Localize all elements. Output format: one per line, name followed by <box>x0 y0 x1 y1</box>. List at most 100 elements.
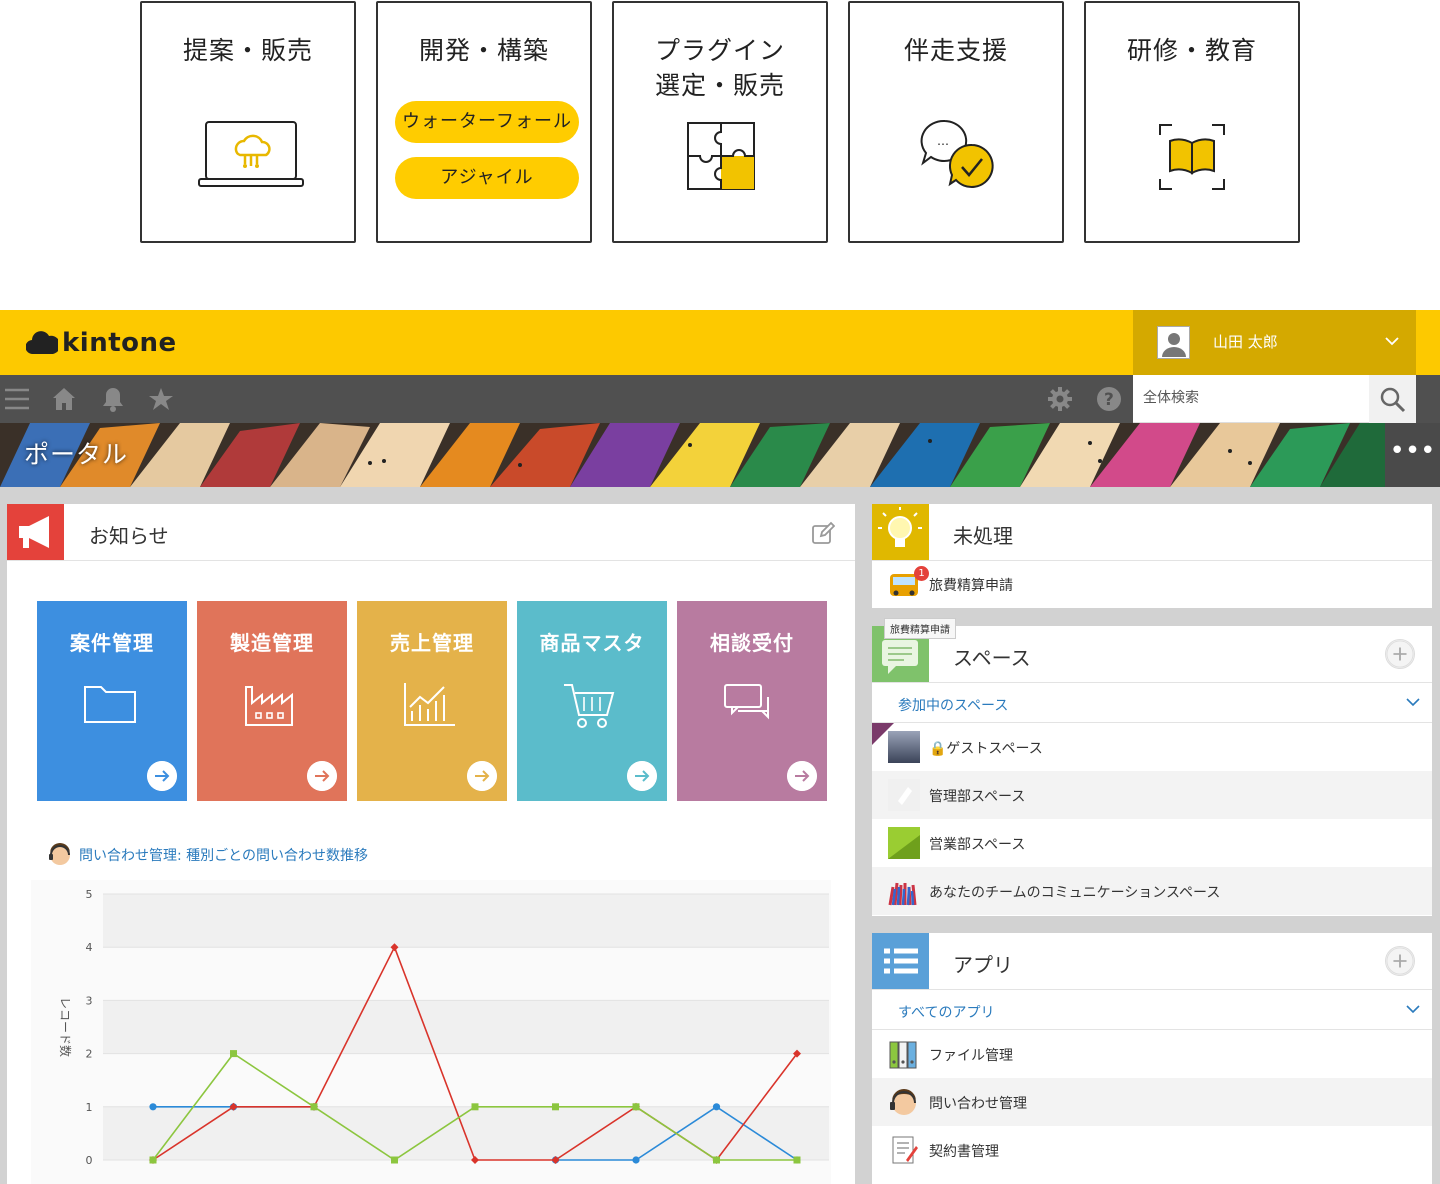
space-filter-dropdown[interactable]: 参加中のスペース <box>872 683 1432 723</box>
edit-icon[interactable] <box>811 521 835 545</box>
y-tick-label: 5 <box>86 888 93 901</box>
tile-project[interactable]: 案件管理 <box>37 601 187 801</box>
y-axis-label: レコード数 <box>58 997 73 1057</box>
add-app-button[interactable] <box>1385 946 1415 976</box>
sales-space-thumbnail-icon <box>888 827 920 859</box>
service-card-training[interactable]: 研修・教育 <box>1084 1 1300 243</box>
arrow-right-icon[interactable] <box>467 761 497 791</box>
arrow-right-icon[interactable] <box>787 761 817 791</box>
chart-band <box>103 894 829 948</box>
pending-title: 未処理 <box>953 524 1013 548</box>
data-point <box>149 1156 157 1164</box>
service-card-plugin[interactable]: プラグイン 選定・販売 <box>612 1 828 243</box>
data-point <box>149 1103 157 1111</box>
puzzle-icon <box>687 122 755 190</box>
logo-text: kintone <box>62 328 177 358</box>
y-tick-label: 2 <box>86 1048 93 1061</box>
app-filter-dropdown[interactable]: すべてのアプリ <box>872 990 1432 1030</box>
service-title: 伴走支援 <box>903 36 1008 65</box>
tile-manufacturing[interactable]: 製造管理 <box>197 601 347 801</box>
tile-label: 製造管理 <box>230 631 314 655</box>
list-item[interactable]: ファイル管理 <box>872 1030 1432 1078</box>
service-title: 開発・構築 <box>418 36 549 65</box>
search-input[interactable] <box>1133 375 1353 421</box>
chevron-down-icon <box>1406 698 1420 707</box>
help-icon[interactable]: ? <box>1096 385 1122 413</box>
y-tick-label: 3 <box>86 994 93 1007</box>
chevron-down-icon <box>1385 337 1399 346</box>
tile-label: 売上管理 <box>390 631 474 655</box>
service-card-proposal[interactable]: 提案・販売 <box>140 1 356 243</box>
factory-icon <box>245 686 293 726</box>
arrow-right-icon[interactable] <box>627 761 657 791</box>
tile-consultation[interactable]: 相談受付 <box>677 601 827 801</box>
menu-icon[interactable] <box>4 385 30 413</box>
list-item[interactable]: 問い合わせ管理 <box>872 1078 1432 1126</box>
tile-label: 案件管理 <box>70 631 154 655</box>
data-point <box>310 1103 318 1111</box>
add-space-button[interactable] <box>1385 639 1415 669</box>
tooltip: 旅費精算申請 <box>884 618 956 639</box>
admin-space-thumbnail-icon <box>888 779 920 811</box>
contract-pen-icon <box>892 1136 918 1164</box>
app-header: kintone 山田 太郎 <box>0 310 1440 375</box>
kintone-logo[interactable]: kintone <box>26 326 177 360</box>
arrow-right-icon[interactable] <box>307 761 337 791</box>
user-avatar <box>1157 326 1190 359</box>
space-filter-label: 参加中のスペース <box>898 698 1009 714</box>
list-item-label: 問い合わせ管理 <box>929 1096 1027 1112</box>
cart-icon <box>564 684 615 728</box>
data-point <box>230 1050 237 1058</box>
tile-sales[interactable]: 売上管理 <box>357 601 507 801</box>
colored-pencils-image <box>0 423 1440 487</box>
chart-title[interactable]: 問い合わせ管理: 種別ごとの問い合わせ数推移 <box>79 845 368 865</box>
list-item-label: 契約書管理 <box>929 1144 999 1160</box>
search-icon <box>1380 387 1406 413</box>
list-item-label: 🔒ゲストスペース <box>929 741 1043 757</box>
user-menu[interactable]: 山田 太郎 <box>1133 310 1416 375</box>
gear-icon[interactable] <box>1047 385 1073 413</box>
chat-icon <box>724 684 769 720</box>
data-point <box>552 1103 559 1111</box>
list-item[interactable]: 契約書管理 <box>872 1126 1432 1174</box>
svg-text:…: … <box>937 134 949 148</box>
apps-title: アプリ <box>953 953 1013 977</box>
pending-panel: 未処理 1 旅費精算申請 <box>872 504 1432 608</box>
service-cards: 提案・販売 開発・構築 ウォーターフォール アジャイル プラグイン 選定・販売 … <box>0 0 1440 310</box>
global-search <box>1133 375 1369 423</box>
star-icon[interactable] <box>148 385 174 413</box>
search-button[interactable] <box>1369 375 1416 423</box>
service-card-support[interactable]: 伴走支援 … <box>848 1 1064 243</box>
binder-icon <box>889 1041 917 1069</box>
app-list-icon <box>872 933 929 990</box>
data-point <box>713 1156 720 1164</box>
service-card-development[interactable]: 開発・構築 ウォーターフォール アジャイル <box>376 1 592 243</box>
y-tick-label: 0 <box>86 1154 93 1167</box>
arrow-right-icon[interactable] <box>147 761 177 791</box>
more-options-button[interactable]: ••• <box>1385 423 1440 487</box>
y-tick-label: 4 <box>86 941 93 954</box>
tile-product-master[interactable]: 商品マスタ <box>517 601 667 801</box>
operator-avatar-icon <box>49 843 70 865</box>
service-title: プラグイン 選定・販売 <box>614 33 826 103</box>
data-point <box>793 1156 801 1164</box>
service-title-line-2: 選定・販売 <box>654 71 785 100</box>
list-item-label: 旅費精算申請 <box>929 578 1013 594</box>
folder-icon <box>84 686 136 723</box>
list-item[interactable]: 🔒ゲストスペース <box>872 723 1432 771</box>
tile-label: 相談受付 <box>710 631 794 655</box>
chat-check-icon: … <box>920 119 994 188</box>
data-point <box>391 1156 398 1164</box>
list-item[interactable]: 1 旅費精算申請 <box>872 560 1432 608</box>
divider <box>7 560 855 561</box>
bell-icon[interactable] <box>100 385 126 413</box>
waterfall-button[interactable]: ウォーターフォール <box>395 101 579 143</box>
operator-avatar-icon <box>890 1089 916 1115</box>
agile-button[interactable]: アジャイル <box>395 157 579 199</box>
home-icon[interactable] <box>51 385 77 413</box>
list-item[interactable]: 営業部スペース <box>872 819 1432 867</box>
service-title: 研修・教育 <box>1126 36 1257 65</box>
svg-text:?: ? <box>1104 390 1114 410</box>
list-item[interactable]: あなたのチームのコミュニケーションスペース <box>872 867 1432 915</box>
list-item[interactable]: 管理部スペース <box>872 771 1432 819</box>
